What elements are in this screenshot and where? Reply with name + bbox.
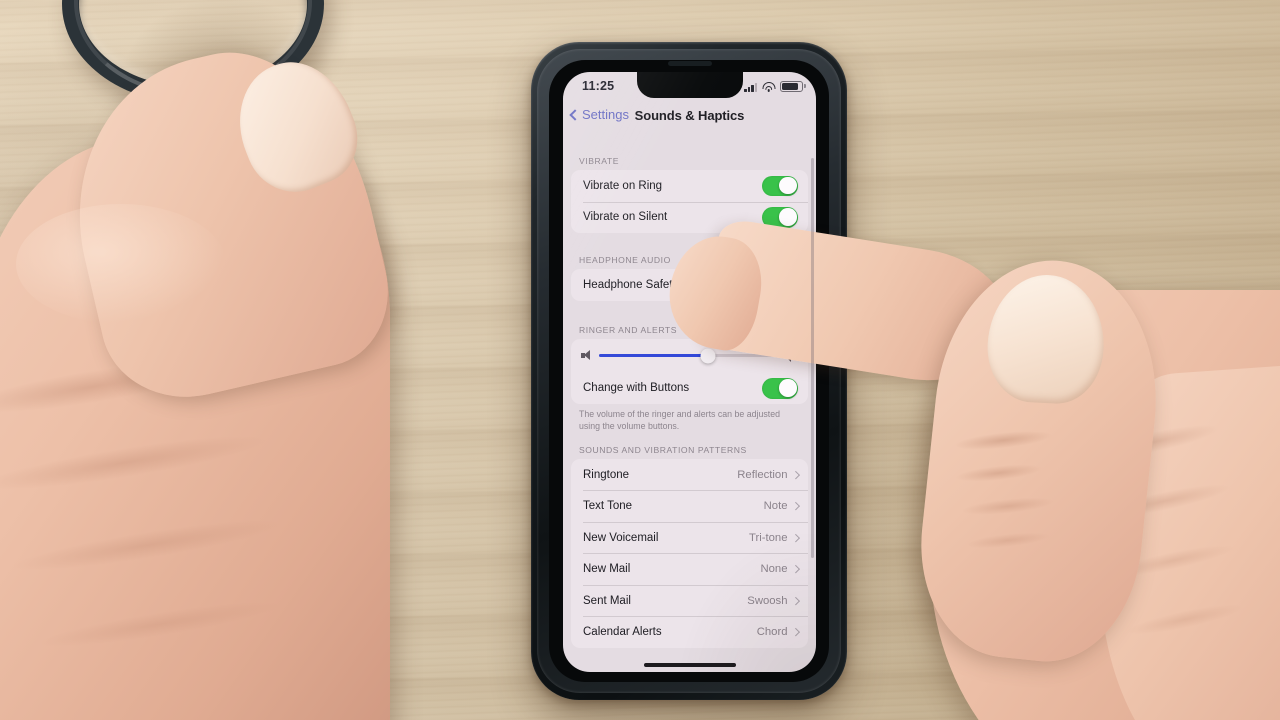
row-label: Ringtone <box>583 468 630 481</box>
row-label: New Voicemail <box>583 531 659 544</box>
left-hand <box>0 18 580 720</box>
section-card-vibrate: Vibrate on Ring Vibrate on Silent <box>571 170 808 233</box>
row-label: Vibrate on Ring <box>583 179 663 192</box>
right-thumb-creases <box>921 412 1099 598</box>
section-header-vibrate: VIBRATE <box>579 156 619 166</box>
status-bar-time: 11:25 <box>582 79 615 93</box>
row-label: New Mail <box>583 563 631 575</box>
wifi-icon <box>762 82 775 92</box>
left-knuckle-highlight <box>16 204 226 324</box>
phone-notch <box>637 72 743 98</box>
row-label: Headphone Safety <box>583 278 679 291</box>
navigation-bar: Settings Sounds & Haptics <box>563 102 816 134</box>
row-label: Text Tone <box>583 500 633 512</box>
earpiece-speaker <box>668 61 712 66</box>
status-bar-indicators <box>744 81 806 92</box>
right-hand <box>660 217 1280 720</box>
row-label: Change with Buttons <box>583 382 690 395</box>
signal-bars-icon <box>744 82 757 92</box>
page-title: Sounds & Haptics <box>634 108 745 123</box>
photo-scene: 11:25 Settings Sounds & Haptics VIBRATE <box>0 0 1280 720</box>
home-indicator[interactable] <box>643 663 736 667</box>
vertical-scrollbar[interactable] <box>811 158 814 558</box>
row-label: Sent Mail <box>583 594 631 607</box>
row-vibrate-on-ring[interactable]: Vibrate on Ring <box>571 170 808 202</box>
toggle-vibrate-on-ring[interactable] <box>762 175 798 196</box>
speaker-low-icon <box>581 350 592 361</box>
row-label: Vibrate on Silent <box>583 211 668 224</box>
battery-icon <box>780 81 806 92</box>
row-label: Calendar Alerts <box>583 626 662 638</box>
